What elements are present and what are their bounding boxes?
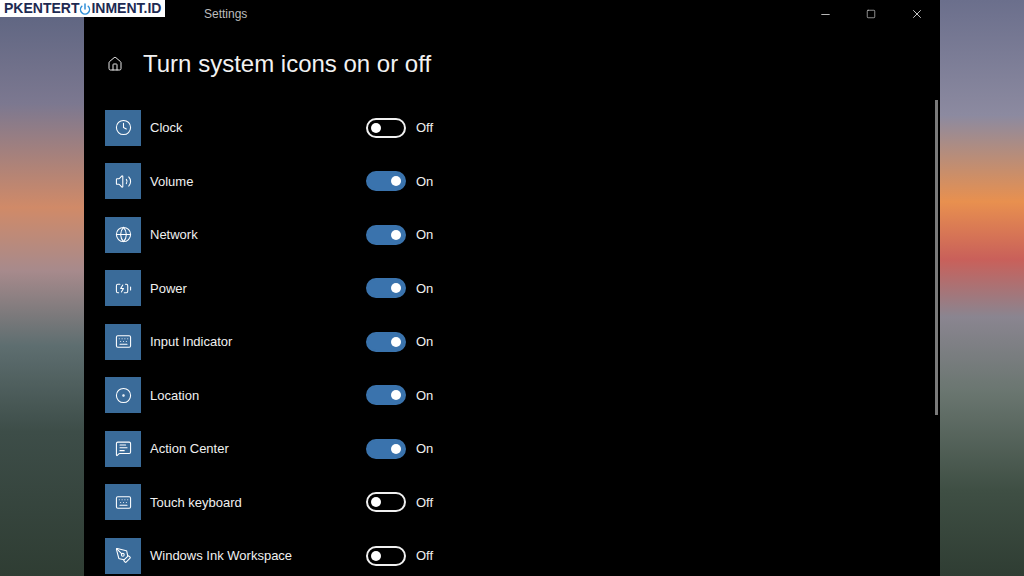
toggle-state: Off [416, 493, 433, 513]
home-icon[interactable] [107, 56, 123, 72]
page-title: Turn system icons on or off [143, 50, 431, 78]
setting-label: Volume [150, 172, 366, 192]
toggle-knob [391, 444, 401, 454]
setting-label: Power [150, 279, 366, 299]
toggle-state: On [416, 279, 433, 299]
globe-icon [115, 226, 132, 243]
toggle-switch[interactable] [366, 332, 406, 352]
setting-label: Clock [150, 118, 366, 138]
toggle-knob [371, 551, 381, 561]
toggle-state: On [416, 439, 433, 459]
setting-row: Power On [105, 262, 940, 316]
pen-icon [115, 547, 132, 564]
setting-icon-box [105, 377, 141, 413]
minimize-icon [819, 8, 832, 21]
setting-icon-box [105, 110, 141, 146]
toggle-knob [391, 390, 401, 400]
keyboard-icon [115, 494, 132, 511]
setting-icon-box [105, 270, 141, 306]
maximize-button[interactable] [848, 0, 894, 28]
toggle-state: Off [416, 118, 433, 138]
watermark-text-start: PKENTERT [4, 0, 79, 17]
toggle-switch[interactable] [366, 385, 406, 405]
toggle-knob [391, 337, 401, 347]
setting-row: Location On [105, 369, 940, 423]
toggle-knob [391, 283, 401, 293]
toggle-state: On [416, 386, 433, 406]
setting-row: Touch keyboard Off [105, 476, 940, 530]
maximize-icon [866, 9, 876, 19]
toggle-knob [391, 230, 401, 240]
toggle-switch[interactable] [366, 118, 406, 138]
clock-icon [115, 119, 132, 136]
setting-icon-box [105, 538, 141, 574]
desktop: Settings Turn system icons on or off Clock… [0, 0, 1024, 576]
toggle-state: Off [416, 546, 433, 566]
keyboard-icon [115, 333, 132, 350]
toggle-knob [391, 176, 401, 186]
toggle-switch[interactable] [366, 225, 406, 245]
minimize-button[interactable] [802, 0, 848, 28]
toggle-state: On [416, 225, 433, 245]
battery-icon [115, 280, 132, 297]
toggle-switch[interactable] [366, 171, 406, 191]
wallpaper-left [0, 0, 84, 576]
speaker-icon [115, 173, 132, 190]
toggle-knob [371, 497, 381, 507]
toggle-switch[interactable] [366, 546, 406, 566]
setting-row: Volume On [105, 155, 940, 209]
message-icon [115, 440, 132, 457]
window-title: Settings [84, 5, 802, 23]
close-button[interactable] [894, 0, 940, 28]
title-bar: Settings [84, 0, 940, 28]
wallpaper-right [940, 0, 1024, 576]
toggle-switch[interactable] [366, 492, 406, 512]
setting-label: Action Center [150, 439, 366, 459]
setting-icon-box [105, 484, 141, 520]
scrollbar[interactable] [935, 100, 938, 415]
setting-row: Clock Off [105, 101, 940, 155]
toggle-state: On [416, 172, 433, 192]
setting-row: Input Indicator On [105, 315, 940, 369]
toggle-switch[interactable] [366, 278, 406, 298]
setting-label: Network [150, 225, 366, 245]
setting-label: Input Indicator [150, 332, 366, 352]
toggle-state: On [416, 332, 433, 352]
toggle-switch[interactable] [366, 439, 406, 459]
setting-label: Touch keyboard [150, 493, 366, 513]
toggle-knob [371, 123, 381, 133]
setting-label: Windows Ink Workspace [150, 546, 366, 566]
setting-row: Action Center On [105, 422, 940, 476]
setting-icon-box [105, 324, 141, 360]
location-icon [115, 387, 132, 404]
setting-row: Windows Ink Workspace Off [105, 529, 940, 576]
page-header: Turn system icons on or off [84, 50, 940, 78]
power-icon [79, 3, 91, 15]
setting-row: Network On [105, 208, 940, 262]
setting-label: Location [150, 386, 366, 406]
setting-icon-box [105, 217, 141, 253]
settings-window: Settings Turn system icons on or off Clock… [84, 0, 940, 576]
setting-icon-box [105, 163, 141, 199]
settings-list: ClockOffVolumeOnNetworkOnPowerOnInput In… [84, 101, 940, 576]
close-icon [910, 7, 924, 21]
setting-icon-box [105, 431, 141, 467]
watermark-text-end: INMENT.ID [91, 0, 161, 17]
watermark: PKENTERT INMENT.ID [0, 0, 165, 17]
